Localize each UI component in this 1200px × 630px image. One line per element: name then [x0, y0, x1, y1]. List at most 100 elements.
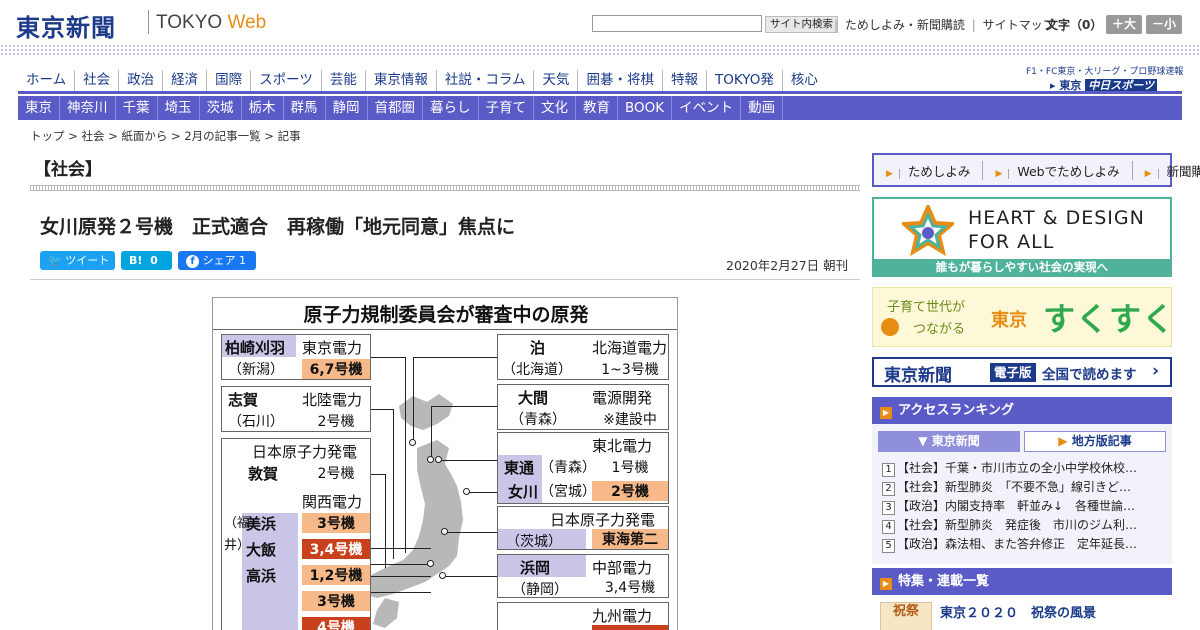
- ranking-item-title: 【社会】新型肺炎 「不要不急」線引きど…: [897, 480, 1132, 494]
- plant-prefecture: （新潟）: [228, 362, 284, 378]
- heart-design-emblem-icon: [902, 205, 954, 257]
- nav-item-core[interactable]: 核心: [781, 70, 826, 92]
- plant-utility: 東北電力: [592, 437, 653, 455]
- nav-item-weather[interactable]: 天気: [533, 70, 577, 92]
- region-book[interactable]: BOOK: [618, 96, 673, 120]
- plant-unit: ※建設中: [592, 409, 668, 429]
- region-tochigi[interactable]: 栃木: [242, 96, 284, 120]
- plant-shika: 志賀 北陸電力 （石川） 2号機: [221, 386, 371, 432]
- heart-design-banner[interactable]: HEART & DESIGN FOR ALL 誰もが暮らしやすい社会の実現へ: [872, 197, 1172, 277]
- plant-name: 大間: [518, 389, 549, 407]
- site-logo-web[interactable]: TOKYO Web: [156, 12, 266, 34]
- nav-item-entertainment[interactable]: 芸能: [320, 70, 365, 92]
- site-logo[interactable]: 東京新聞: [16, 8, 116, 43]
- leader-line: [405, 357, 406, 553]
- nav-item-tokyo-hatsu[interactable]: TOKYO発: [705, 70, 782, 92]
- plant-unit: 3,4号機: [592, 577, 668, 597]
- twitter-bird-icon: 🐦: [48, 254, 62, 267]
- ranking-item[interactable]: 5 【政治】森法相、また答弁修正 定年延長…: [882, 535, 1164, 553]
- digital-edition-banner[interactable]: 東京新聞 電子版 全国で読めます ›: [872, 357, 1172, 387]
- plant-unit-higashidori: 1号機: [592, 457, 668, 477]
- plant-utility: 北海道電力: [592, 339, 668, 357]
- region-kyoiku[interactable]: 教育: [576, 96, 618, 120]
- link-web-trial-label: Webでためしよみ: [1017, 163, 1120, 179]
- plant-name-ohi: 大飯: [246, 541, 277, 559]
- section-divider: [30, 185, 860, 191]
- region-kanagawa[interactable]: 神奈川: [60, 96, 116, 120]
- plant-location-marker: [441, 528, 448, 535]
- ranking-item[interactable]: 3 【政治】内閣支持率 軒並み↓ 各種世論…: [882, 497, 1164, 515]
- breadcrumb[interactable]: トップ > 社会 > 紙面から > 2月の記事一覧 > 記事: [30, 128, 301, 144]
- site-search-button[interactable]: サイト内検索: [765, 16, 838, 33]
- font-smaller-button[interactable]: －小: [1146, 15, 1182, 34]
- plant-group-tohoku: 東北電力 東通 （青森） 1号機 女川 （宮城） 2号機: [497, 432, 669, 504]
- plant-utility-japc: 日本原子力発電: [252, 443, 358, 461]
- nav-item-special[interactable]: 特報: [661, 70, 706, 92]
- ranking-item[interactable]: 2 【社会】新型肺炎 「不要不急」線引きど…: [882, 478, 1164, 496]
- leader-line: [439, 460, 497, 461]
- plant-location-marker: [427, 456, 434, 463]
- region-tokyo[interactable]: 東京: [18, 96, 60, 120]
- nav-item-society[interactable]: 社会: [74, 70, 118, 92]
- ranking-tab-local[interactable]: ▶ 地方版記事: [1024, 431, 1166, 452]
- link-subscribe[interactable]: ▶ 新聞購読: [1133, 161, 1200, 180]
- nav-item-economy[interactable]: 経済: [162, 70, 206, 92]
- region-chiba[interactable]: 千葉: [116, 96, 158, 120]
- nav-underline: [18, 91, 1182, 94]
- region-event[interactable]: イベント: [672, 96, 742, 120]
- facebook-share-label: シェア: [202, 254, 236, 267]
- region-video[interactable]: 動画: [741, 96, 784, 120]
- feature-item-title[interactable]: 東京２０２０ 祝祭の風景: [940, 602, 1096, 621]
- facebook-icon: f: [186, 255, 199, 268]
- region-gunma[interactable]: 群馬: [284, 96, 326, 120]
- plant-utility-kansai: 関西電力: [302, 493, 363, 511]
- features-title: 特集・連載一覧: [898, 574, 990, 589]
- heart-design-subtitle: FOR ALL: [968, 231, 1055, 253]
- region-saitama[interactable]: 埼玉: [158, 96, 200, 120]
- hatena-bookmark-button[interactable]: B! 0: [121, 251, 172, 270]
- leader-line: [371, 564, 431, 565]
- ranking-tab-tokyo[interactable]: ▼ 東京新聞: [878, 431, 1020, 452]
- region-ibaraki[interactable]: 茨城: [200, 96, 242, 120]
- plant-unit-ohi: 3,4号機: [302, 539, 370, 559]
- nav-item-tokyo-info[interactable]: 東京情報: [364, 70, 436, 92]
- leader-line: [413, 357, 414, 443]
- leader-line: [443, 576, 497, 577]
- nav-item-sports[interactable]: スポーツ: [250, 70, 321, 92]
- facebook-share-button[interactable]: f シェア 1: [178, 251, 256, 270]
- ranking-item-title: 【社会】新型肺炎 発症後 市川のジム利…: [897, 518, 1138, 532]
- site-search-input[interactable]: [592, 15, 762, 32]
- header-link-subscribe[interactable]: ためしよみ・新聞購読: [842, 18, 968, 32]
- nav-item-editorial[interactable]: 社説・コラム: [435, 70, 534, 92]
- ranking-item[interactable]: 1 【社会】千葉・市川市立の全小中学校休校…: [882, 459, 1164, 477]
- plant-name: 泊: [530, 339, 546, 357]
- header-links: | ためしよみ・新聞購読 | サイトマップ |: [834, 16, 1065, 33]
- region-shutoken[interactable]: 首都圏: [368, 96, 423, 120]
- region-shizuoka[interactable]: 静岡: [326, 96, 368, 120]
- feature-thumbnail[interactable]: 祝祭: [880, 602, 932, 630]
- plant-utility: 中部電力: [592, 559, 653, 577]
- ranking-item[interactable]: 4 【社会】新型肺炎 発症後 市川のジム利…: [882, 516, 1164, 534]
- link-web-trial[interactable]: ▶ Webでためしよみ: [983, 160, 1133, 180]
- region-bunka[interactable]: 文化: [534, 96, 576, 120]
- plant-name-higashidori: 東通: [504, 459, 535, 477]
- region-kurashi[interactable]: 暮らし: [423, 96, 479, 120]
- plant-hamaoka: 浜岡 中部電力 （静岡） 3,4号機: [497, 554, 669, 598]
- ranking-item-title: 【政治】内閣支持率 軒並み↓ 各種世論…: [897, 499, 1136, 513]
- article-divider: [30, 279, 860, 280]
- nav-item-world[interactable]: 国際: [206, 70, 250, 92]
- link-trial[interactable]: ▶ ためしよみ: [874, 160, 984, 180]
- plant-prefecture: （北海道）: [502, 362, 572, 378]
- nav-item-politics[interactable]: 政治: [118, 70, 162, 92]
- nav-item-go-shogi[interactable]: 囲碁・将棋: [577, 70, 662, 92]
- font-bigger-button[interactable]: ＋大: [1106, 15, 1142, 34]
- plant-unit-takahama-2: 3号機: [302, 591, 370, 611]
- tweet-button[interactable]: 🐦 ツイート: [40, 251, 115, 270]
- nav-item-home[interactable]: ホーム: [18, 70, 74, 92]
- heart-design-caption: 誰もが暮らしやすい社会の実現へ: [874, 259, 1170, 275]
- sukusuku-banner[interactable]: 子育て世代が つながる 東京 すくすく: [872, 287, 1174, 347]
- region-kosodate[interactable]: 子育て: [479, 96, 534, 120]
- sports-caption[interactable]: F1・FC東京・大リーグ・プロ野球速報: [1026, 64, 1183, 77]
- nuclear-plant-map-figure[interactable]: 原子力規制委員会が審査中の原発 柏崎刈羽 東京電力 （新潟） 6,7号機 志賀 …: [212, 297, 678, 630]
- plant-utility: 北陸電力: [302, 391, 363, 409]
